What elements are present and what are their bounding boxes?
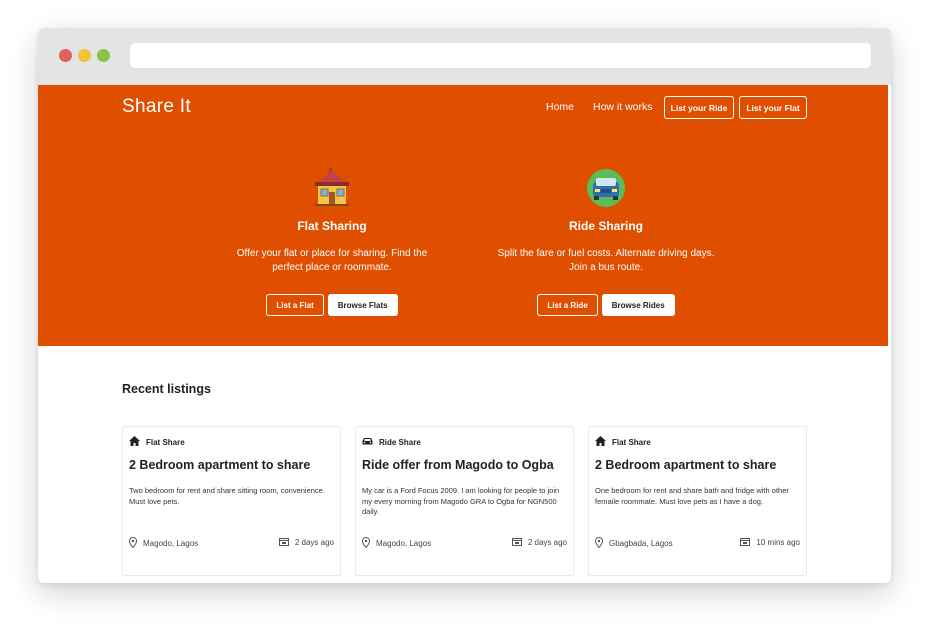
hero-section: Share It Home How it works List your Rid… [38,85,888,346]
list-a-ride-button[interactable]: List a Ride [537,294,598,316]
close-window-button[interactable] [59,49,72,62]
nav-link-how-it-works[interactable]: How it works [593,101,653,113]
address-bar[interactable] [130,43,871,68]
calendar-icon [740,537,751,548]
listing-description: My car is a Ford Focus 2009. I am lookin… [362,486,560,516]
browser-chrome [38,28,891,85]
listing-time: 10 mins ago [756,538,800,547]
home-icon [129,433,140,451]
listing-location: Magodo, Lagos [376,539,432,548]
location-pin-icon [594,536,604,550]
car-icon [586,168,626,208]
flat-sharing-description: Offer your flat or place for sharing. Fi… [236,248,428,273]
brand-logo[interactable]: Share It [122,96,191,118]
listing-location: Magodo, Lagos [143,539,199,548]
listing-time: 2 days ago [294,538,334,547]
listing-location: Gbagbada, Lagos [609,539,673,548]
nav-link-home[interactable]: Home [546,101,574,113]
calendar-icon [278,537,289,548]
listing-time: 2 days ago [527,538,567,547]
ride-sharing-description: Split the fare or fuel costs. Alternate … [497,248,715,273]
browse-flats-button[interactable]: Browse Flats [327,294,398,316]
listing-card[interactable]: Ride Share Ride offer from Magodo to Ogb… [355,426,574,576]
listing-card[interactable]: Flat Share 2 Bedroom apartment to share … [122,426,341,576]
browser-window: Share It Home How it works List your Rid… [38,28,891,583]
house-icon [312,167,352,208]
list-your-ride-button[interactable]: List your Ride [664,96,734,119]
home-icon [595,433,606,451]
list-a-flat-button[interactable]: List a Flat [266,294,324,316]
ride-sharing-feature: Ride Sharing Split the fare or fuel cost… [496,168,716,316]
ride-sharing-title: Ride Sharing [568,219,643,233]
listing-title[interactable]: Ride offer from Magodo to Ogba [362,458,572,472]
listing-type: Ride Share [379,437,421,447]
location-pin-icon [128,536,138,550]
browse-rides-button[interactable]: Browse Rides [601,294,675,316]
listing-title[interactable]: 2 Bedroom apartment to share [129,458,339,472]
maximize-window-button[interactable] [97,49,110,62]
location-pin-icon [361,536,371,550]
listing-type: Flat Share [146,437,185,447]
car-icon [362,433,373,451]
listing-type: Flat Share [612,437,651,447]
listing-title[interactable]: 2 Bedroom apartment to share [595,458,805,472]
listing-card[interactable]: Flat Share 2 Bedroom apartment to share … [588,426,807,576]
flat-sharing-feature: Flat Sharing Offer your flat or place fo… [222,167,442,316]
listing-description: One bedroom for rent and share bath and … [595,486,789,506]
calendar-icon [511,537,522,548]
flat-sharing-title: Flat Sharing [297,219,367,233]
minimize-window-button[interactable] [78,49,91,62]
list-your-flat-button[interactable]: List your Flat [739,96,807,119]
recent-listings-heading: Recent listings [122,382,211,396]
listing-description: Two bedroom for rent and share sitting r… [129,486,325,506]
